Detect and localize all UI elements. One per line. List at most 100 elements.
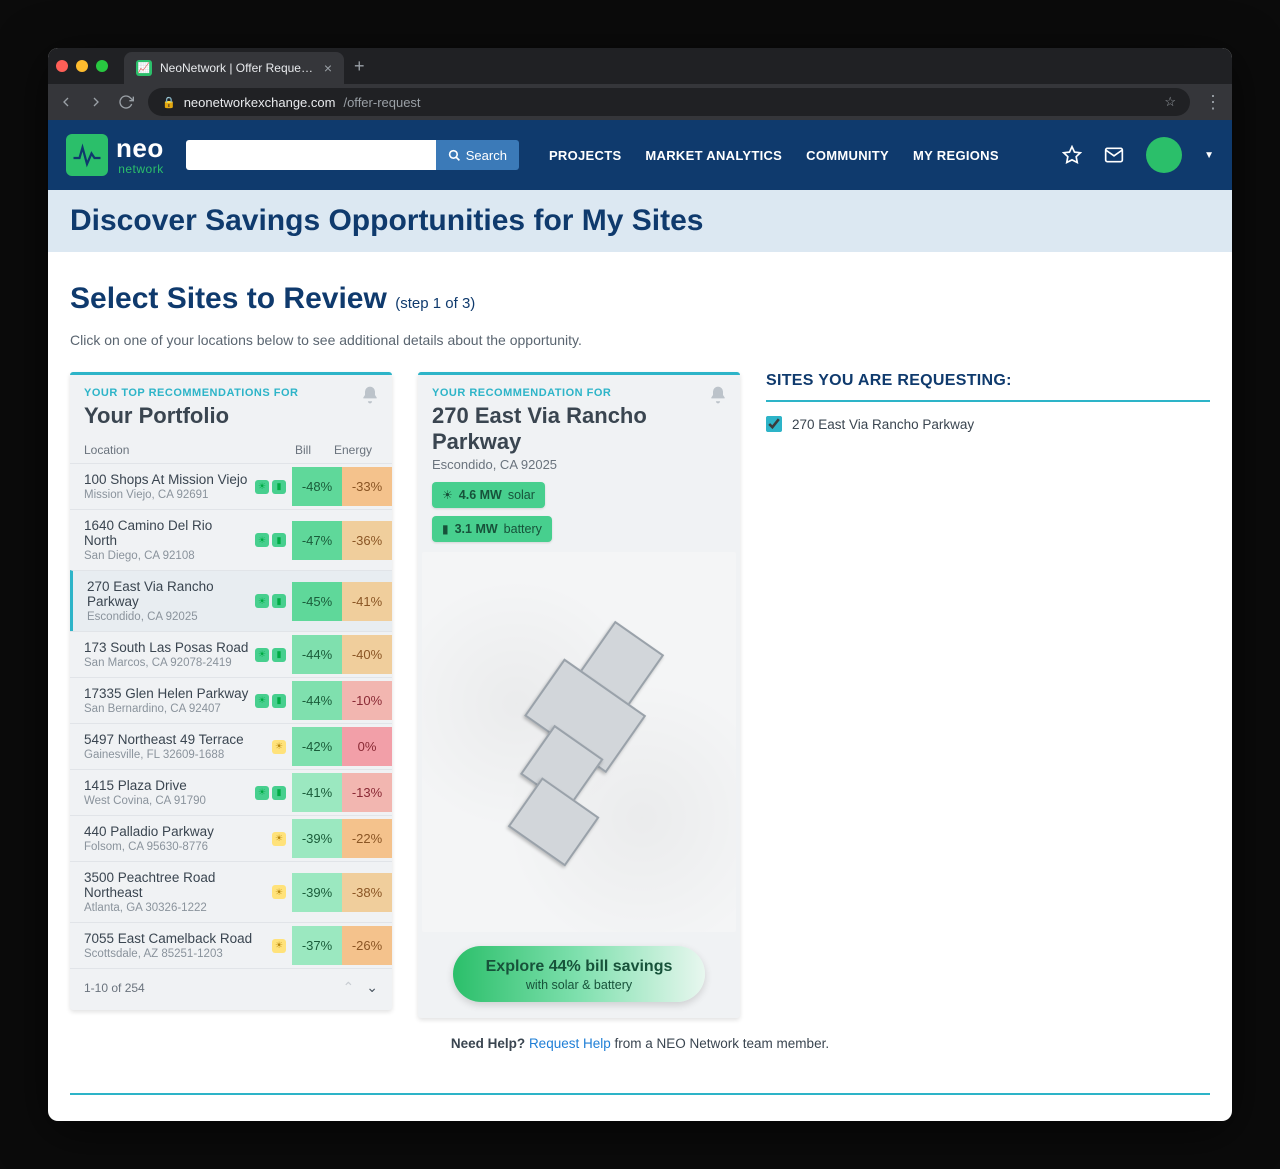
portfolio-row[interactable]: 7055 East Camelback RoadScottsdale, AZ 8…	[70, 922, 392, 968]
sun-icon: ☀	[255, 694, 269, 708]
requesting-checkbox[interactable]	[766, 416, 782, 432]
favicon-icon	[136, 60, 152, 76]
sun-icon: ☀	[272, 740, 286, 754]
lock-icon: 🔒	[162, 96, 176, 109]
back-icon[interactable]	[58, 94, 74, 110]
explore-savings-button[interactable]: Explore 44% bill savings with solar & ba…	[453, 946, 705, 1002]
cta-line2: with solar & battery	[469, 978, 689, 992]
sun-icon: ☀	[272, 939, 286, 953]
forward-icon[interactable]	[88, 94, 104, 110]
row-tech-icons: ☀▮	[249, 694, 292, 708]
row-location: 7055 East Camelback RoadScottsdale, AZ 8…	[70, 923, 266, 968]
row-energy-pct: -13%	[342, 773, 392, 812]
avatar[interactable]	[1146, 137, 1182, 173]
row-tech-icons: ☀▮	[249, 786, 292, 800]
page-instruction: Click on one of your locations below to …	[70, 332, 1210, 348]
row-address: San Diego, CA 92108	[84, 550, 249, 562]
bell-icon[interactable]	[360, 385, 380, 405]
row-address: Folsom, CA 95630-8776	[84, 841, 266, 853]
help-prefix: Need Help?	[451, 1036, 525, 1051]
browser-tab[interactable]: NeoNetwork | Offer Request Fo ×	[124, 52, 344, 84]
url-field[interactable]: 🔒 neonetworkexchange.com/offer-request ☆	[148, 88, 1190, 116]
row-address: West Covina, CA 91790	[84, 795, 249, 807]
user-menu-caret-icon[interactable]: ▼	[1204, 150, 1214, 161]
bookmark-star-icon[interactable]: ☆	[1164, 94, 1176, 110]
footer-divider	[70, 1093, 1210, 1095]
portfolio-row[interactable]: 100 Shops At Mission ViejoMission Viejo,…	[70, 463, 392, 509]
portfolio-columns: Location Bill Energy	[70, 431, 392, 463]
portfolio-row[interactable]: 1640 Camino Del Rio North San Diego, CA 9…	[70, 509, 392, 570]
sun-icon: ☀	[272, 832, 286, 846]
logo[interactable]: neo network	[66, 134, 164, 176]
messages-icon[interactable]	[1104, 145, 1124, 165]
search-button-label: Search	[466, 148, 507, 163]
row-address: Scottsdale, AZ 85251-1203	[84, 948, 266, 960]
row-bill-pct: -42%	[292, 727, 342, 766]
tab-title: NeoNetwork | Offer Request Fo	[160, 61, 316, 75]
detail-title: 270 East Via Rancho Parkway	[418, 399, 740, 457]
portfolio-row[interactable]: 5497 Northeast 49 TerraceGainesville, FL…	[70, 723, 392, 769]
row-tech-icons: ☀▮	[249, 480, 292, 494]
row-energy-pct: -38%	[342, 873, 392, 912]
row-name: 270 East Via Rancho Parkway	[87, 579, 249, 609]
portfolio-label: YOUR TOP RECOMMENDATIONS FOR	[70, 375, 392, 399]
row-tech-icons: ☀	[266, 740, 292, 754]
new-tab-button[interactable]: +	[354, 56, 365, 77]
portfolio-card: YOUR TOP RECOMMENDATIONS FOR Your Portfo…	[70, 372, 392, 1010]
sun-icon: ☀	[255, 533, 269, 547]
sun-icon: ☀	[255, 786, 269, 800]
row-name: 440 Palladio Parkway	[84, 824, 266, 839]
browser-menu-icon[interactable]: ⋮	[1204, 92, 1222, 113]
portfolio-row[interactable]: 17335 Glen Helen ParkwaySan Bernardino, …	[70, 677, 392, 723]
portfolio-row[interactable]: 1415 Plaza DriveWest Covina, CA 91790☀▮-…	[70, 769, 392, 815]
portfolio-row[interactable]: 270 East Via Rancho ParkwayEscondido, CA…	[70, 570, 392, 631]
brand-sub: network	[116, 163, 164, 175]
search-button[interactable]: Search	[436, 140, 519, 170]
portfolio-row[interactable]: 440 Palladio Parkway Folsom, CA 95630-877…	[70, 815, 392, 861]
sun-icon: ☀	[255, 648, 269, 662]
battery-icon: ▮	[272, 694, 286, 708]
request-help-link[interactable]: Request Help	[529, 1036, 611, 1051]
portfolio-title: Your Portfolio	[70, 399, 392, 431]
row-tech-icons: ☀▮	[249, 533, 292, 547]
chip-solar-value: 4.6 MW	[459, 488, 502, 502]
page-banner: Discover Savings Opportunities for My Si…	[48, 190, 1232, 252]
battery-icon: ▮	[272, 786, 286, 800]
window-zoom-icon[interactable]	[96, 60, 108, 72]
pager-next-icon[interactable]: ⌄	[366, 979, 378, 996]
nav-my-regions[interactable]: MY REGIONS	[913, 148, 999, 163]
reload-icon[interactable]	[118, 94, 134, 110]
portfolio-row[interactable]: 173 South Las Posas RoadSan Marcos, CA 9…	[70, 631, 392, 677]
tab-close-icon[interactable]: ×	[324, 60, 332, 76]
col-location: Location	[84, 443, 278, 457]
nav-projects[interactable]: PROJECTS	[549, 148, 621, 163]
pager-prev-icon[interactable]: ⌃	[343, 979, 355, 996]
chip-solar-type: solar	[508, 488, 535, 502]
portfolio-row[interactable]: 3500 Peachtree Road NortheastAtlanta, GA…	[70, 861, 392, 922]
row-energy-pct: -33%	[342, 467, 392, 506]
row-name: 1640 Camino Del Rio North	[84, 518, 249, 548]
chip-battery: ▮ 3.1 MW battery	[432, 516, 552, 542]
sun-icon: ☀	[255, 480, 269, 494]
nav-community[interactable]: COMMUNITY	[806, 148, 889, 163]
row-location: 3500 Peachtree Road NortheastAtlanta, GA…	[70, 862, 266, 922]
favorites-star-icon[interactable]	[1062, 145, 1082, 165]
window-close-icon[interactable]	[56, 60, 68, 72]
logo-mark-icon	[66, 134, 108, 176]
nav-market-analytics[interactable]: MARKET ANALYTICS	[645, 148, 782, 163]
brand-name: neo	[116, 135, 164, 161]
row-tech-icons: ☀▮	[249, 648, 292, 662]
site-map-image	[422, 552, 736, 932]
row-bill-pct: -39%	[292, 819, 342, 858]
requesting-item[interactable]: 270 East Via Rancho Parkway	[766, 416, 1210, 432]
row-location: 100 Shops At Mission ViejoMission Viejo,…	[70, 464, 249, 509]
battery-icon: ▮	[442, 522, 449, 536]
chip-solar: ☀ 4.6 MW solar	[432, 482, 545, 508]
row-tech-icons: ☀	[266, 939, 292, 953]
search-input[interactable]	[186, 140, 436, 170]
row-bill-pct: -48%	[292, 467, 342, 506]
window-minimize-icon[interactable]	[76, 60, 88, 72]
bell-icon[interactable]	[708, 385, 728, 405]
battery-icon: ▮	[272, 594, 286, 608]
site-detail-card: YOUR RECOMMENDATION FOR 270 East Via Ran…	[418, 372, 740, 1018]
